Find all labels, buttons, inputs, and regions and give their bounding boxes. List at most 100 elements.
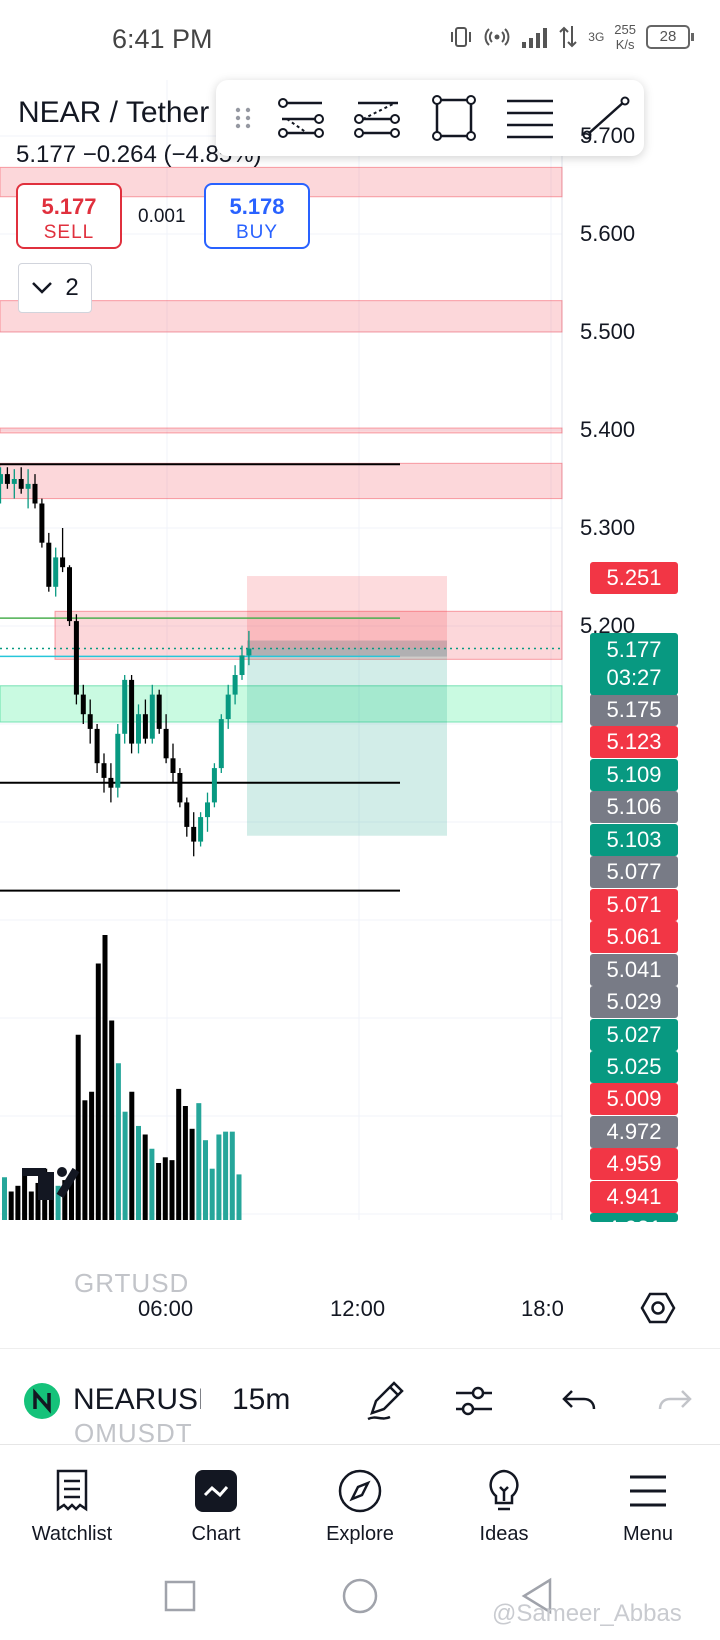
time-label: 18:0	[521, 1296, 564, 1321]
candle-body	[142, 714, 148, 739]
symbol-name[interactable]: NEARUSDT	[73, 1383, 201, 1417]
indicators-icon[interactable]	[450, 1377, 498, 1425]
candle-body	[108, 777, 114, 788]
candle-body	[53, 557, 59, 587]
volume-bar	[169, 1160, 175, 1220]
volume-bar	[102, 935, 108, 1220]
volume-bar	[182, 1106, 188, 1220]
prev-symbol[interactable]: GRTUSD	[74, 1268, 189, 1299]
time-label: 06:00	[138, 1296, 194, 1321]
nav-explore[interactable]: Explore	[288, 1445, 432, 1563]
candle-body	[129, 679, 135, 744]
fib-retracement-icon	[507, 99, 553, 139]
network-speed-unit: K/s	[615, 37, 635, 52]
volume-bar	[75, 1034, 81, 1220]
network-type: 3G	[588, 29, 605, 44]
candle-body	[239, 655, 245, 675]
candle-body	[4, 474, 10, 484]
take-profit-zone	[247, 648, 447, 836]
candle-body	[191, 826, 197, 842]
candle-body	[218, 719, 224, 769]
drag-handle-icon[interactable]	[228, 103, 258, 133]
parallel-channel-tool[interactable]	[270, 90, 334, 146]
interval-selector[interactable]: 15m	[232, 1383, 290, 1417]
price-tag: 5.109	[590, 758, 678, 791]
bottom-nav: Watchlist Chart Explore Ideas Menu	[0, 1444, 720, 1562]
recents-icon[interactable]	[158, 1574, 202, 1618]
volume-bar	[89, 1091, 95, 1220]
price-tag: 5.175	[590, 694, 678, 726]
nav-menu[interactable]: Menu	[576, 1445, 720, 1563]
candle-body	[94, 728, 100, 764]
volume-bar	[115, 1063, 121, 1220]
volume-bar	[236, 1174, 242, 1220]
sell-button[interactable]: 5.177 SELL	[16, 183, 122, 249]
flat-top-bottom-icon	[354, 101, 400, 138]
buy-label: BUY	[235, 222, 279, 243]
price-tag: 5.041	[590, 953, 678, 986]
chart-icon	[195, 1470, 237, 1512]
symbol-title[interactable]: NEAR / Tether	[18, 96, 209, 130]
candle-body	[225, 694, 231, 720]
data-transfer-icon	[559, 26, 577, 48]
signal-icon	[522, 28, 548, 48]
candle-body	[136, 714, 141, 744]
volume-bar	[122, 1111, 128, 1220]
price-tag: 5.029	[590, 986, 678, 1019]
vibrate-icon	[451, 27, 472, 47]
supply-zone	[0, 462, 563, 500]
nav-label: Watchlist	[31, 1523, 113, 1545]
layers-toggle-button[interactable]: 2	[18, 263, 92, 313]
price-tag: 5.025	[590, 1050, 678, 1083]
compass-icon	[338, 1469, 382, 1513]
candle-body	[73, 621, 79, 695]
price-tag: 5.123	[590, 726, 678, 759]
home-icon[interactable]	[338, 1574, 382, 1618]
candle-body	[60, 557, 66, 568]
candle-body	[184, 802, 190, 827]
redo-icon[interactable]	[650, 1377, 698, 1425]
stop-loss-zone	[247, 576, 447, 649]
lightbulb-icon	[489, 1469, 519, 1511]
hotspot-icon	[484, 28, 510, 46]
price-tag: 4.972	[590, 1115, 678, 1148]
price-tag: 5.027	[590, 1018, 678, 1051]
candle-body	[101, 763, 107, 778]
fib-retracement-tool[interactable]	[498, 90, 562, 146]
chart-settings-icon[interactable]	[640, 1290, 676, 1326]
flat-top-bottom-tool[interactable]	[346, 90, 410, 146]
nav-ideas[interactable]: Ideas	[432, 1445, 576, 1563]
nav-chart[interactable]: Chart	[144, 1445, 288, 1563]
spread-value: 0.001	[138, 206, 186, 227]
hamburger-icon	[630, 1475, 666, 1507]
undo-icon[interactable]	[556, 1377, 604, 1425]
candle-body	[39, 503, 45, 543]
rectangle-tool[interactable]	[422, 90, 486, 146]
rectangle-icon	[432, 95, 476, 141]
candle-body	[205, 802, 210, 818]
candle-body	[122, 679, 128, 734]
volume-bar	[22, 1171, 28, 1220]
pencil-icon[interactable]	[362, 1377, 410, 1425]
status-time: 6:41 PM	[112, 24, 213, 54]
price-tag: 5.106	[590, 791, 678, 824]
parallel-channel-icon	[278, 98, 324, 138]
price-tick-label: 5.400	[580, 417, 636, 442]
volume-bar	[136, 1125, 141, 1220]
near-logo-icon	[24, 1383, 60, 1419]
volume-bar	[142, 1134, 148, 1220]
nav-watchlist[interactable]: Watchlist	[0, 1445, 144, 1563]
buy-button[interactable]: 5.178 BUY	[204, 183, 310, 249]
volume-bar	[109, 1020, 115, 1220]
volume-bar	[129, 1091, 135, 1220]
candle-body	[46, 542, 52, 587]
volume-bar	[28, 1191, 34, 1220]
status-bar: 6:41 PM 3G 255 K/s 28	[0, 0, 720, 80]
watermark: @Sameer_Abbas	[492, 1600, 682, 1627]
watchlist-icon	[56, 1469, 88, 1512]
candle-body	[87, 714, 93, 729]
time-label: 12:00	[330, 1296, 386, 1321]
candle-body	[18, 479, 24, 489]
nav-label: Chart	[191, 1523, 241, 1545]
last-price-tag: 5.177 03:27	[590, 633, 678, 695]
